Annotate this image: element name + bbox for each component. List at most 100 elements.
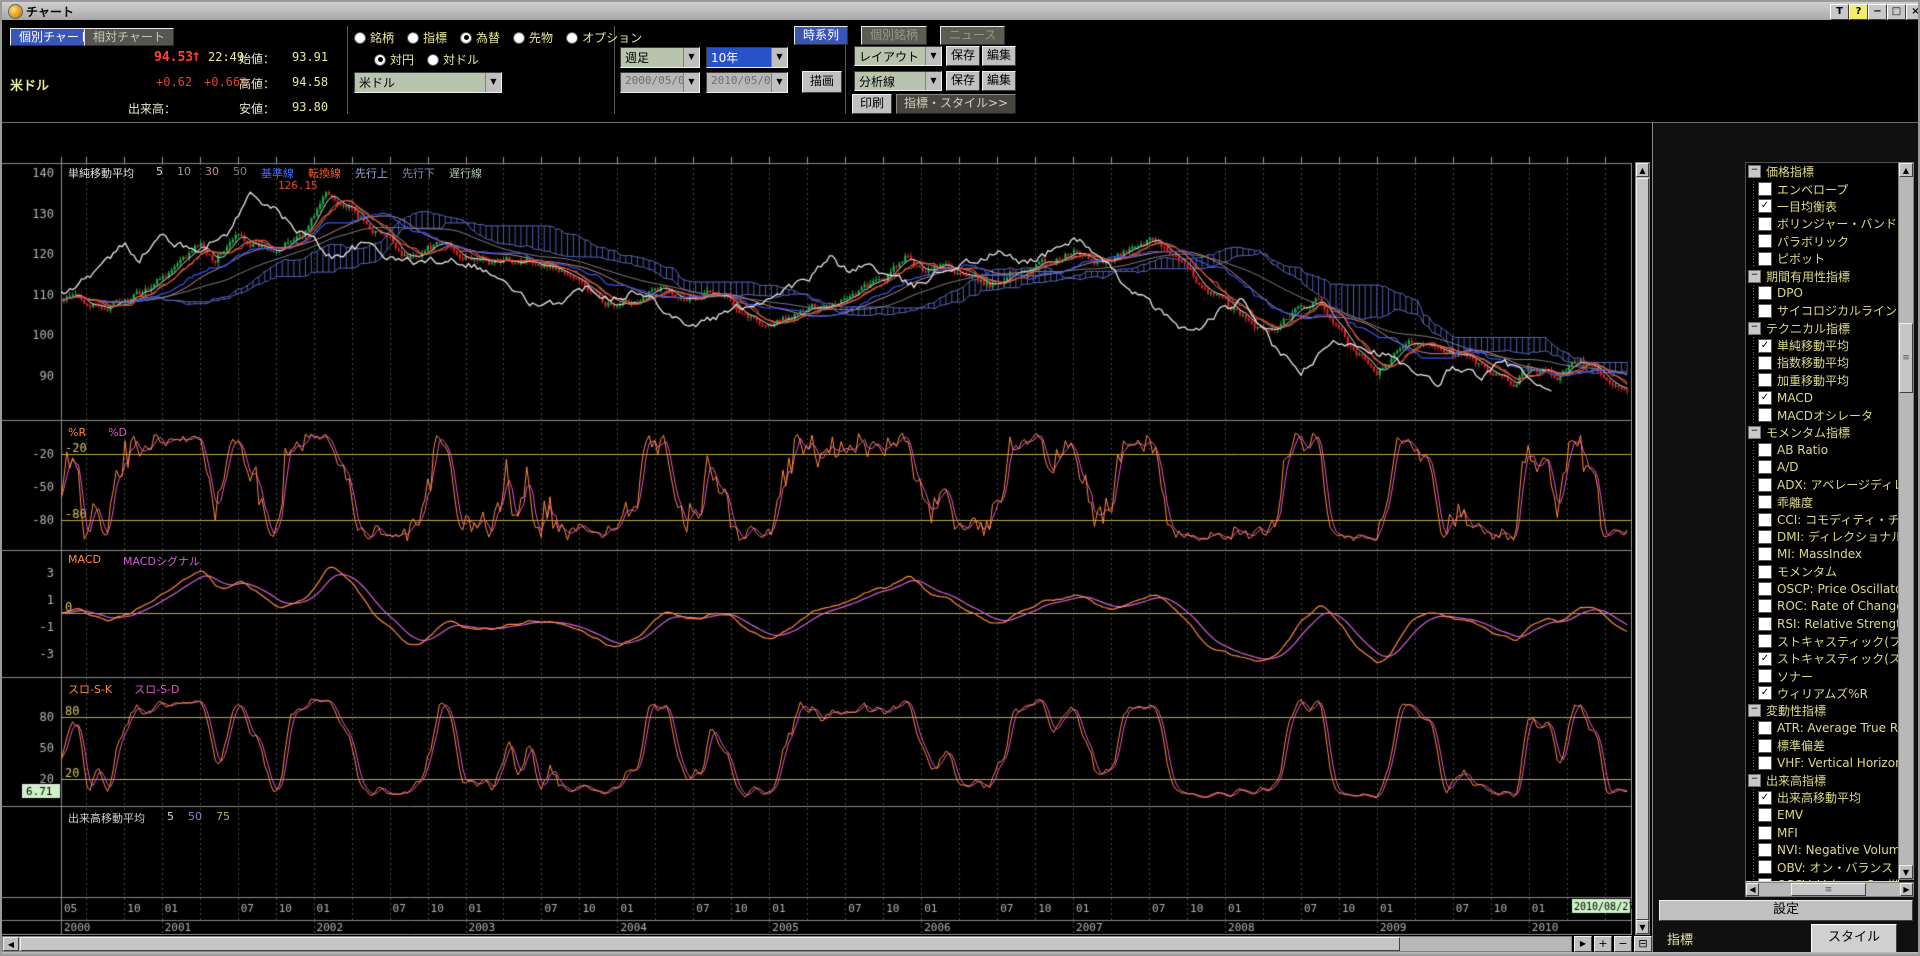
collapse-icon[interactable]: − [1748,270,1761,283]
indicator-checkbox[interactable] [1758,460,1772,474]
radio-icon[interactable] [460,32,472,44]
indicator-checkbox[interactable] [1758,669,1772,683]
indicator-checkbox[interactable] [1758,356,1772,370]
vertical-scroll-thumb[interactable] [1636,178,1649,920]
indicator-item[interactable]: 標準偏差 [1746,737,1898,754]
indicator-item[interactable]: ✓単純移動平均 [1746,337,1898,354]
indicator-checkbox[interactable]: ✓ [1758,199,1772,213]
indicator-item[interactable]: RSI: Relative Strength [1746,615,1898,632]
indicator-group[interactable]: −モメンタム指標 [1746,424,1898,441]
indicator-item[interactable]: MI: MassIndex [1746,546,1898,563]
indicator-item[interactable]: EMV [1746,806,1898,823]
span-combo[interactable]: 10年 ▼ [706,47,788,68]
collapse-icon[interactable]: − [1748,774,1761,787]
indicator-item[interactable]: サイコロジカルライン [1746,302,1898,319]
radio-currency-対ドル[interactable]: 対ドル [427,51,479,68]
symbol-combo[interactable]: 米ドル ▼ [354,72,502,93]
sidebar-horizontal-scrollbar[interactable]: ◀ ≡ ▶ [1745,882,1914,897]
radio-icon[interactable] [407,32,419,44]
collapse-icon[interactable]: − [1748,165,1761,178]
indicator-checkbox[interactable]: ✓ [1758,791,1772,805]
minimize-button[interactable]: − [1868,4,1887,20]
radio-icon[interactable] [374,54,386,66]
indicator-item[interactable]: OSCP: Price Oscillato [1746,580,1898,597]
line-save-button[interactable]: 保存 [946,71,980,91]
indicator-item[interactable]: ボリンジャー・バンド [1746,215,1898,232]
indicator-group[interactable]: −テクニカル指標 [1746,320,1898,337]
indicator-item[interactable]: MACDオシレータ [1746,406,1898,423]
indicator-checkbox[interactable] [1758,565,1772,579]
indicator-group[interactable]: −価格指標 [1746,163,1898,180]
indicator-item[interactable]: 加重移動平均 [1746,372,1898,389]
period-combo[interactable]: 週足 ▼ [620,47,700,68]
indicator-checkbox[interactable] [1758,217,1772,231]
zoom-in-button[interactable]: + [1594,936,1612,952]
indicator-item[interactable]: DPO [1746,285,1898,302]
indicator-item[interactable]: ✓ウィリアムズ%R [1746,685,1898,702]
scroll-down-button[interactable]: ▼ [1636,920,1649,934]
indicator-item[interactable]: ソナー [1746,667,1898,684]
chart-canvas[interactable] [2,152,1632,935]
indicator-checkbox[interactable] [1758,304,1772,318]
indicator-checkbox[interactable] [1758,808,1772,822]
restore-button[interactable]: □ [1887,4,1906,20]
indicator-group[interactable]: −期間有用性指標 [1746,267,1898,284]
indicator-checkbox[interactable] [1758,756,1772,770]
indicator-checkbox[interactable] [1758,408,1772,422]
indicator-checkbox[interactable]: ✓ [1758,686,1772,700]
indicator-item[interactable]: DMI: ディレクショナル・ [1746,528,1898,545]
radio-category-銘柄[interactable]: 銘柄 [354,29,394,46]
indicator-checkbox[interactable] [1758,721,1772,735]
layout-combo[interactable]: レイアウト ▼ [854,46,942,66]
indicator-checkbox[interactable] [1758,826,1772,840]
indicator-checkbox[interactable] [1758,495,1772,509]
indicator-item[interactable]: A/D [1746,459,1898,476]
indicator-checkbox[interactable]: ✓ [1758,339,1772,353]
radio-category-先物[interactable]: 先物 [513,29,553,46]
indicator-group[interactable]: −出来高指標 [1746,772,1898,789]
indicator-item[interactable]: VHF: Vertical Horizon [1746,754,1898,771]
indicator-item[interactable]: ✓ストキャスティック(スロ [1746,650,1898,667]
chart-vertical-scrollbar[interactable]: ▲ ▼ [1635,162,1650,935]
close-button[interactable]: × [1906,4,1920,20]
indicator-checkbox[interactable]: ✓ [1758,391,1772,405]
indicator-item[interactable]: ADX: アベレージディレ [1746,476,1898,493]
indicator-item[interactable]: NVI: Negative Volume [1746,841,1898,858]
indicator-item[interactable]: ピボット [1746,250,1898,267]
collapse-icon[interactable]: − [1748,322,1761,335]
indicator-item[interactable]: ✓一目均衡表 [1746,198,1898,215]
chevron-down-icon[interactable]: ▼ [771,48,787,67]
settings-button[interactable]: 設定 [1659,900,1913,921]
indicator-checkbox[interactable] [1758,234,1772,248]
indicator-item[interactable]: ストキャスティック(ファ [1746,633,1898,650]
indicator-checkbox[interactable]: ✓ [1758,652,1772,666]
radio-category-オプション[interactable]: オプション [566,29,642,46]
indicator-item[interactable]: ✓MACD [1746,389,1898,406]
radio-currency-対円[interactable]: 対円 [374,51,414,68]
collapse-icon[interactable]: − [1748,426,1761,439]
indicator-item[interactable]: 指数移動平均 [1746,354,1898,371]
scroll-down-button[interactable]: ▼ [1899,865,1913,879]
radio-category-為替[interactable]: 為替 [460,29,500,46]
indicator-checkbox[interactable] [1758,530,1772,544]
help-button[interactable]: ? [1849,4,1868,20]
zoom-out-button[interactable]: − [1614,936,1632,952]
horizontal-scroll-thumb[interactable] [20,937,1400,951]
scroll-up-button[interactable]: ▲ [1636,163,1649,177]
indicator-checkbox[interactable] [1758,513,1772,527]
chevron-down-icon[interactable]: ▼ [925,47,941,65]
radio-icon[interactable] [427,54,439,66]
line-edit-button[interactable]: 編集 [982,71,1016,91]
indicator-item[interactable]: OBV: オン・バランス・ [1746,859,1898,876]
indicator-item[interactable]: ROC: Rate of Change [1746,598,1898,615]
indicator-checkbox[interactable] [1758,547,1772,561]
scroll-right-button[interactable]: ▶ [1574,936,1592,952]
indicator-checkbox[interactable] [1758,843,1772,857]
radio-icon[interactable] [354,32,366,44]
chevron-down-icon[interactable]: ▼ [485,73,501,92]
indicator-checkbox[interactable] [1758,582,1772,596]
draw-button[interactable]: 描画 [802,71,842,93]
indicator-item[interactable]: パラボリック [1746,233,1898,250]
scroll-left-button[interactable]: ◀ [1746,883,1759,896]
indicator-item[interactable]: CCI: コモディティ・チャ [1746,511,1898,528]
